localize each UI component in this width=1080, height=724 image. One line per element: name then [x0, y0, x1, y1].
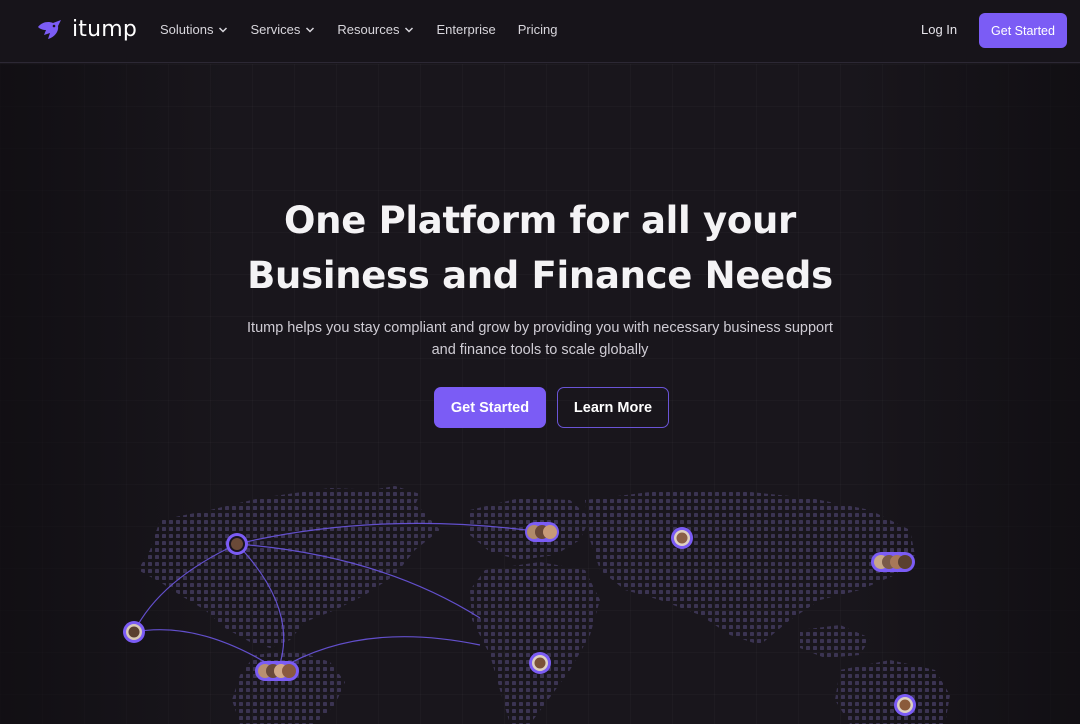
logo[interactable]: itump [36, 17, 137, 42]
hero-learn-more-button[interactable]: Learn More [557, 387, 669, 428]
logo-text: itump [72, 17, 138, 42]
avatar-group-pin-icon [255, 661, 299, 681]
nav-services[interactable]: Services [250, 22, 315, 37]
hero-subtitle-line-2: and finance tools to scale globally [431, 342, 649, 358]
nav-solutions[interactable]: Solutions [160, 22, 228, 37]
avatar-pin-icon [671, 527, 693, 549]
nav-resources-label: Resources [337, 22, 400, 37]
nav-links: Solutions Services Resources Enterprise … [160, 22, 557, 37]
nav-pricing[interactable]: Pricing [518, 22, 558, 37]
nav-solutions-label: Solutions [160, 22, 214, 37]
hero-title-line-2: Business and Finance Needs [247, 254, 833, 297]
continent-asia [585, 490, 915, 645]
nav-services-label: Services [250, 22, 301, 37]
bird-logo-icon [38, 19, 61, 39]
avatar-pin-icon [894, 694, 916, 716]
continent-southeast-asia [800, 625, 870, 658]
avatar-pin-icon [529, 652, 551, 674]
avatar-pin-icon [123, 621, 145, 643]
chevron-down-icon [219, 26, 228, 33]
top-navbar: itump Solutions Services Resources Enter… [0, 0, 1080, 63]
avatar-group-pin-icon [525, 522, 559, 542]
nav-resources[interactable]: Resources [337, 22, 414, 37]
nav-enterprise-label: Enterprise [436, 22, 496, 37]
hero-subtitle-line-1: Itump helps you stay compliant and grow … [247, 320, 833, 336]
avatar-group-pin-icon [871, 552, 915, 572]
continents [138, 486, 950, 724]
continent-australia [835, 660, 950, 724]
chevron-down-icon [306, 26, 315, 33]
continent-africa [470, 562, 600, 724]
nav-pricing-label: Pricing [517, 22, 558, 37]
chevron-down-icon [405, 26, 414, 33]
hero-title-line-1: One Platform for all your [284, 199, 796, 242]
nav-get-started-button[interactable]: Get Started [979, 13, 1067, 48]
world-map [123, 486, 950, 724]
nav-enterprise[interactable]: Enterprise [436, 22, 495, 37]
login-link[interactable]: Log In [921, 22, 957, 37]
avatar-pin-icon [226, 533, 248, 555]
hero-get-started-button[interactable]: Get Started [434, 387, 546, 428]
